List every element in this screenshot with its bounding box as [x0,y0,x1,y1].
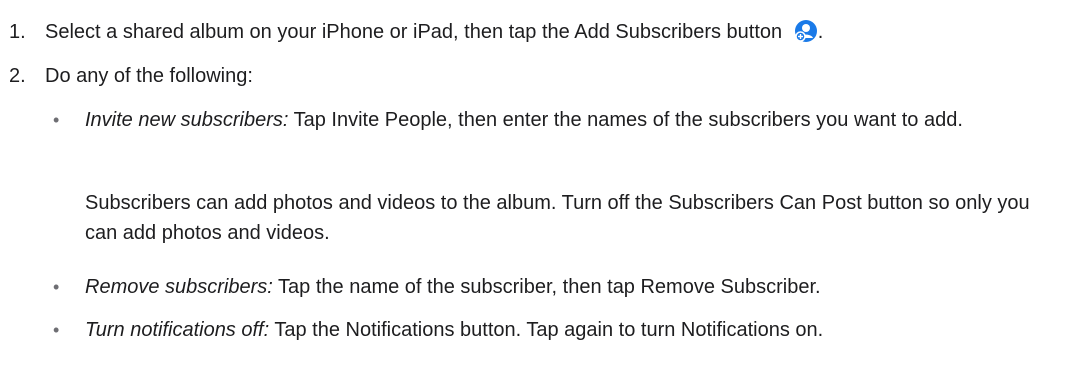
bullet-marker: • [53,320,60,340]
bullet-text: Tap the name of the subscriber, then tap… [272,276,821,298]
bullet-body: Turn notifications off: Tap the Notifica… [85,315,905,345]
invite-note-paragraph: Subscribers can add photos and videos to… [85,192,1030,244]
bullet-marker: • [53,110,60,130]
step-text: Do any of the following: [45,65,253,87]
step-1-end: . [817,21,824,43]
add-subscribers-icon [794,19,818,43]
bullet-marker: • [53,277,60,297]
bullet-term: Turn notifications off: [85,319,270,341]
bullet-body: Invite new subscribers: Tap Invite Peopl… [85,105,1045,135]
bullet-text: Tap Invite People, then enter the names … [288,109,963,131]
bullet-term: Remove subscribers: [85,276,273,298]
step-number: 2. [9,65,26,87]
step-1-text: Select a shared album on your iPhone or … [45,21,783,43]
step-number: 1. [9,21,26,43]
bullet-term: Invite new subscribers: [85,109,289,131]
bullet-text: Tap the Notifications button. Tap again … [269,319,824,341]
bullet-body: Remove subscribers: Tap the name of the … [85,272,1045,302]
step-text: Select a shared album on your iPhone or … [45,18,823,46]
